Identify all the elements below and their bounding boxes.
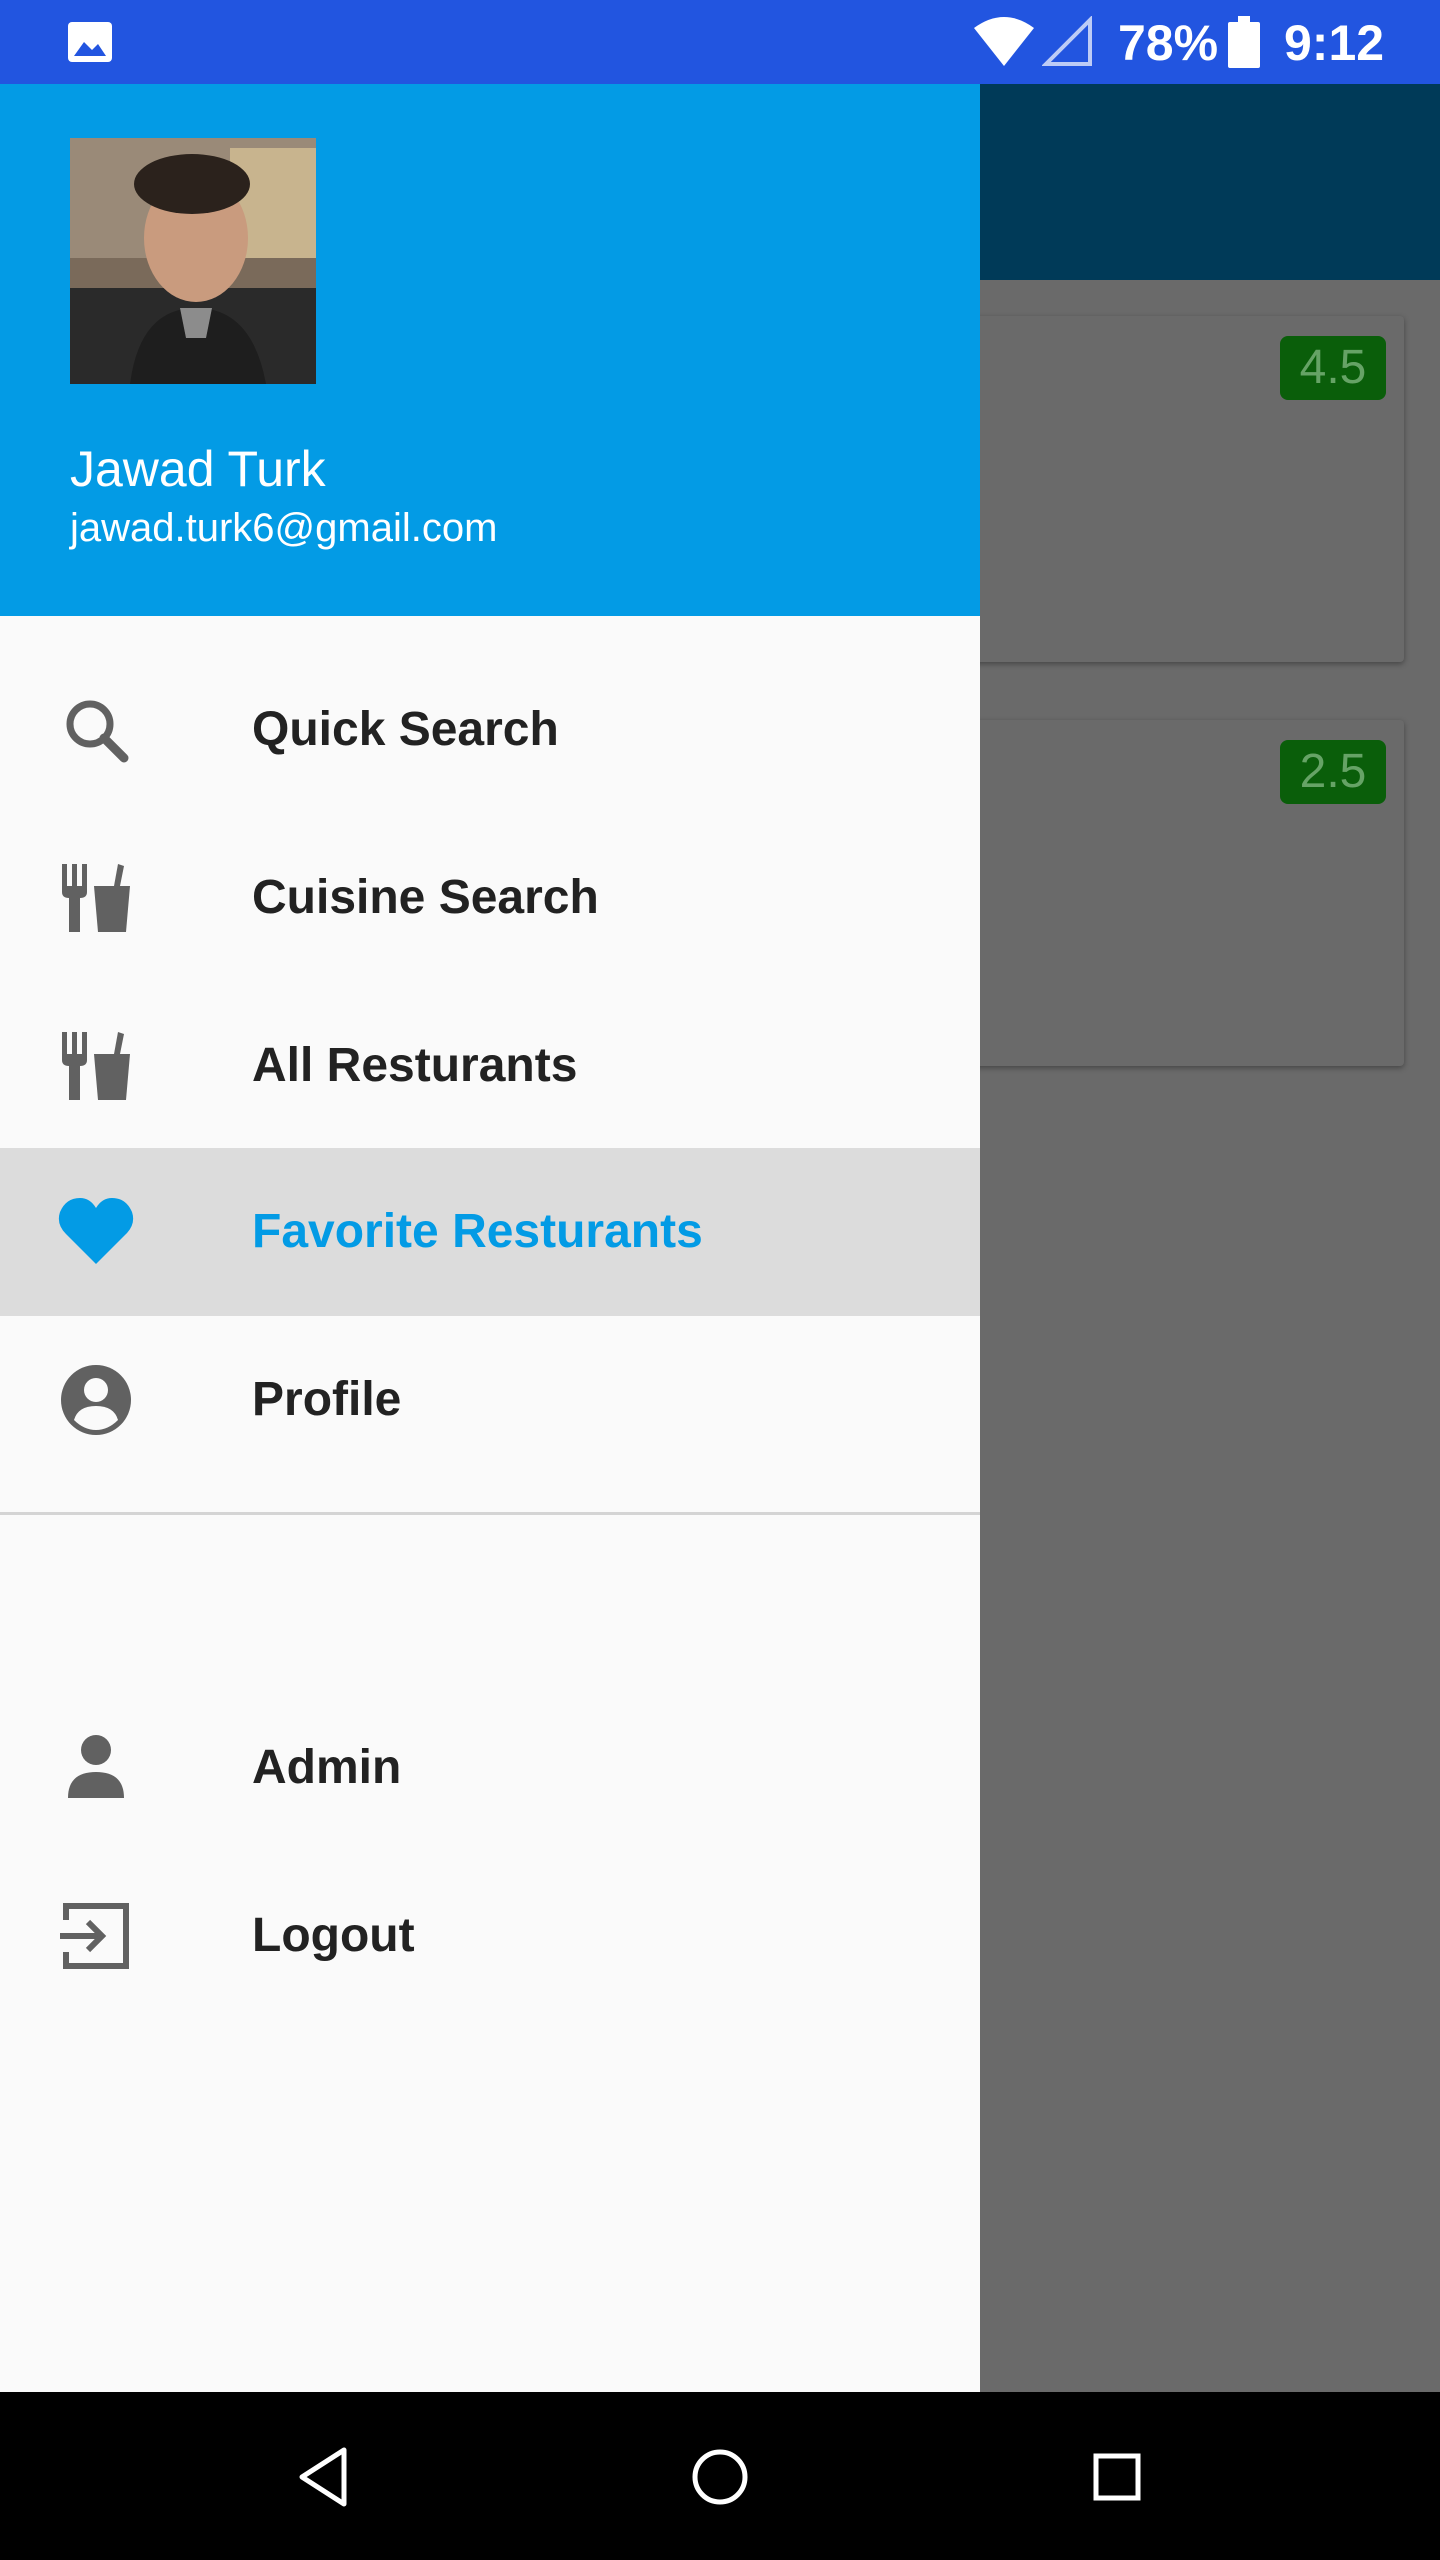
avatar[interactable] <box>70 138 316 384</box>
drawer-item-label: Profile <box>252 1373 402 1426</box>
drawer-item-label: Quick Search <box>252 703 559 756</box>
exit-icon <box>60 1903 129 1969</box>
search-icon <box>66 700 129 763</box>
clock: 9:12 <box>1284 15 1385 71</box>
wifi-icon <box>974 17 1034 66</box>
home-icon[interactable] <box>685 2442 755 2512</box>
drawer-item-label: Logout <box>252 1909 415 1962</box>
recents-icon[interactable] <box>1082 2442 1152 2512</box>
drawer-item-logout[interactable]: Logout <box>0 1852 980 2020</box>
drawer-header: Jawad Turk jawad.turk6@gmail.com <box>0 84 980 616</box>
signal-icon <box>1042 16 1092 66</box>
battery-percent: 78% <box>1118 15 1219 71</box>
drawer-item-admin[interactable]: Admin <box>0 1684 980 1852</box>
drawer-item-label: Favorite Resturants <box>252 1205 703 1258</box>
account-circle-icon <box>61 1365 131 1435</box>
drawer-item-label: All Resturants <box>252 1039 578 1092</box>
back-icon[interactable] <box>288 2442 358 2512</box>
person-icon <box>68 1735 124 1798</box>
drawer-item-favorite-restaurants[interactable]: Favorite Resturants <box>0 1148 980 1316</box>
drawer-item-profile[interactable]: Profile <box>0 1316 980 1484</box>
navigation-drawer: Jawad Turk jawad.turk6@gmail.com Quick S… <box>0 84 980 2392</box>
drawer-divider <box>0 1512 980 1515</box>
status-bar: 78% 9:12 <box>0 0 1440 84</box>
drawer-item-label: Admin <box>252 1741 402 1794</box>
user-name: Jawad Turk <box>70 441 326 497</box>
rating-badge: 2.5 <box>1280 740 1386 804</box>
restaurant-icon <box>62 1032 130 1100</box>
image-icon <box>68 22 112 62</box>
battery-icon <box>1228 16 1260 68</box>
drawer-item-quick-search[interactable]: Quick Search <box>0 646 980 814</box>
drawer-item-all-restaurants[interactable]: All Resturants <box>0 982 980 1150</box>
rating-badge: 4.5 <box>1280 336 1386 400</box>
heart-icon <box>58 1198 134 1264</box>
drawer-item-label: Cuisine Search <box>252 871 599 924</box>
system-nav-bar <box>0 2392 1440 2560</box>
drawer-item-cuisine-search[interactable]: Cuisine Search <box>0 814 980 982</box>
user-email: jawad.turk6@gmail.com <box>70 506 498 550</box>
restaurant-icon <box>62 864 130 932</box>
